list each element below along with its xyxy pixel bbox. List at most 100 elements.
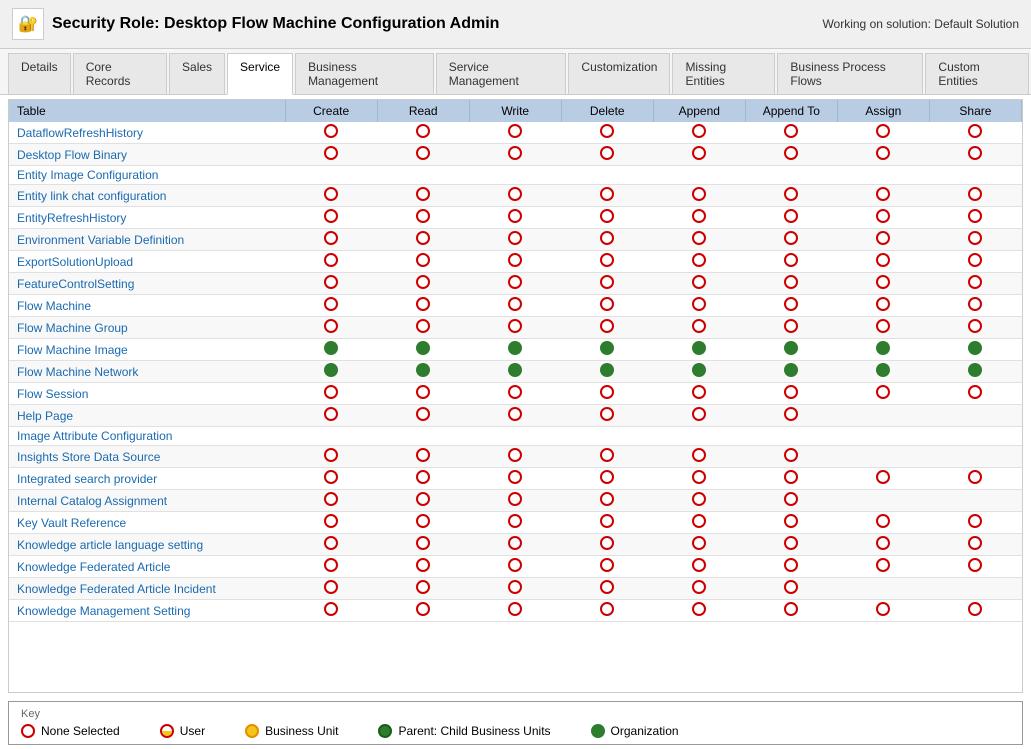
table-cell-permission[interactable] xyxy=(837,144,929,166)
permission-none-icon[interactable] xyxy=(416,558,430,572)
table-cell-permission[interactable] xyxy=(929,185,1021,207)
permission-none-icon[interactable] xyxy=(508,385,522,399)
permission-none-icon[interactable] xyxy=(968,470,982,484)
table-cell-permission[interactable] xyxy=(653,578,745,600)
permission-org-icon[interactable] xyxy=(508,363,522,377)
permission-none-icon[interactable] xyxy=(968,231,982,245)
table-cell-permission[interactable] xyxy=(653,468,745,490)
permission-org-icon[interactable] xyxy=(784,341,798,355)
table-cell-permission[interactable] xyxy=(837,468,929,490)
table-cell-name[interactable]: ExportSolutionUpload xyxy=(9,251,285,273)
permission-none-icon[interactable] xyxy=(784,470,798,484)
permission-none-icon[interactable] xyxy=(968,385,982,399)
table-cell-permission[interactable] xyxy=(745,229,837,251)
table-cell-permission[interactable] xyxy=(285,273,377,295)
table-cell-permission[interactable] xyxy=(469,185,561,207)
table-cell-name[interactable]: EntityRefreshHistory xyxy=(9,207,285,229)
table-cell-name[interactable]: Flow Machine xyxy=(9,295,285,317)
table-cell-permission[interactable] xyxy=(745,490,837,512)
permission-none-icon[interactable] xyxy=(692,297,706,311)
permission-none-icon[interactable] xyxy=(876,319,890,333)
table-cell-name[interactable]: DataflowRefreshHistory xyxy=(9,122,285,144)
tab-customization[interactable]: Customization xyxy=(568,53,670,94)
table-cell-permission[interactable] xyxy=(377,317,469,339)
table-cell-permission[interactable] xyxy=(745,534,837,556)
table-cell-permission[interactable] xyxy=(377,229,469,251)
table-cell-permission[interactable] xyxy=(377,383,469,405)
table-cell-permission[interactable] xyxy=(285,122,377,144)
table-cell-permission[interactable] xyxy=(837,427,929,446)
table-cell-permission[interactable] xyxy=(285,166,377,185)
table-cell-name[interactable]: Entity link chat configuration xyxy=(9,185,285,207)
table-cell-permission[interactable] xyxy=(929,383,1021,405)
table-cell-permission[interactable] xyxy=(377,295,469,317)
table-cell-permission[interactable] xyxy=(561,122,653,144)
permission-org-icon[interactable] xyxy=(692,341,706,355)
tab-details[interactable]: Details xyxy=(8,53,71,94)
table-cell-permission[interactable] xyxy=(837,185,929,207)
permission-org-icon[interactable] xyxy=(324,341,338,355)
table-cell-permission[interactable] xyxy=(377,273,469,295)
permission-none-icon[interactable] xyxy=(508,146,522,160)
permission-none-icon[interactable] xyxy=(600,187,614,201)
table-cell-permission[interactable] xyxy=(561,534,653,556)
permission-none-icon[interactable] xyxy=(876,209,890,223)
table-container[interactable]: TableCreateReadWriteDeleteAppendAppend T… xyxy=(8,99,1023,693)
permission-none-icon[interactable] xyxy=(784,319,798,333)
table-cell-permission[interactable] xyxy=(745,405,837,427)
permission-none-icon[interactable] xyxy=(416,297,430,311)
table-cell-permission[interactable] xyxy=(561,273,653,295)
table-cell-permission[interactable] xyxy=(837,122,929,144)
permission-none-icon[interactable] xyxy=(692,602,706,616)
table-cell-permission[interactable] xyxy=(653,490,745,512)
permission-none-icon[interactable] xyxy=(692,146,706,160)
permission-none-icon[interactable] xyxy=(416,470,430,484)
table-cell-permission[interactable] xyxy=(469,317,561,339)
permission-none-icon[interactable] xyxy=(784,146,798,160)
table-cell-permission[interactable] xyxy=(837,512,929,534)
table-cell-permission[interactable] xyxy=(837,229,929,251)
table-cell-permission[interactable] xyxy=(745,468,837,490)
permission-none-icon[interactable] xyxy=(600,253,614,267)
table-cell-permission[interactable] xyxy=(285,317,377,339)
table-cell-permission[interactable] xyxy=(285,405,377,427)
permission-org-icon[interactable] xyxy=(968,341,982,355)
table-cell-permission[interactable] xyxy=(561,295,653,317)
table-cell-name[interactable]: Insights Store Data Source xyxy=(9,446,285,468)
table-cell-permission[interactable] xyxy=(285,600,377,622)
table-cell-permission[interactable] xyxy=(561,251,653,273)
table-cell-permission[interactable] xyxy=(561,361,653,383)
table-cell-permission[interactable] xyxy=(377,405,469,427)
permission-none-icon[interactable] xyxy=(416,124,430,138)
table-cell-permission[interactable] xyxy=(653,207,745,229)
table-cell-permission[interactable] xyxy=(745,512,837,534)
tab-custom-entities[interactable]: Custom Entities xyxy=(925,53,1029,94)
permission-org-icon[interactable] xyxy=(692,363,706,377)
table-cell-permission[interactable] xyxy=(653,144,745,166)
table-cell-permission[interactable] xyxy=(285,339,377,361)
permission-none-icon[interactable] xyxy=(784,558,798,572)
table-cell-permission[interactable] xyxy=(561,427,653,446)
permission-org-icon[interactable] xyxy=(600,341,614,355)
permission-none-icon[interactable] xyxy=(416,319,430,333)
table-cell-permission[interactable] xyxy=(469,534,561,556)
table-cell-permission[interactable] xyxy=(745,556,837,578)
table-cell-permission[interactable] xyxy=(377,427,469,446)
table-cell-permission[interactable] xyxy=(561,229,653,251)
permission-none-icon[interactable] xyxy=(324,253,338,267)
table-cell-permission[interactable] xyxy=(653,512,745,534)
table-cell-permission[interactable] xyxy=(653,229,745,251)
table-cell-permission[interactable] xyxy=(285,383,377,405)
permission-none-icon[interactable] xyxy=(784,602,798,616)
permission-none-icon[interactable] xyxy=(876,297,890,311)
permission-none-icon[interactable] xyxy=(600,146,614,160)
table-cell-permission[interactable] xyxy=(745,144,837,166)
table-cell-permission[interactable] xyxy=(377,339,469,361)
permission-none-icon[interactable] xyxy=(324,558,338,572)
permission-none-icon[interactable] xyxy=(968,536,982,550)
permission-none-icon[interactable] xyxy=(876,124,890,138)
table-cell-permission[interactable] xyxy=(929,512,1021,534)
permission-none-icon[interactable] xyxy=(508,580,522,594)
table-cell-permission[interactable] xyxy=(377,144,469,166)
table-cell-permission[interactable] xyxy=(653,534,745,556)
